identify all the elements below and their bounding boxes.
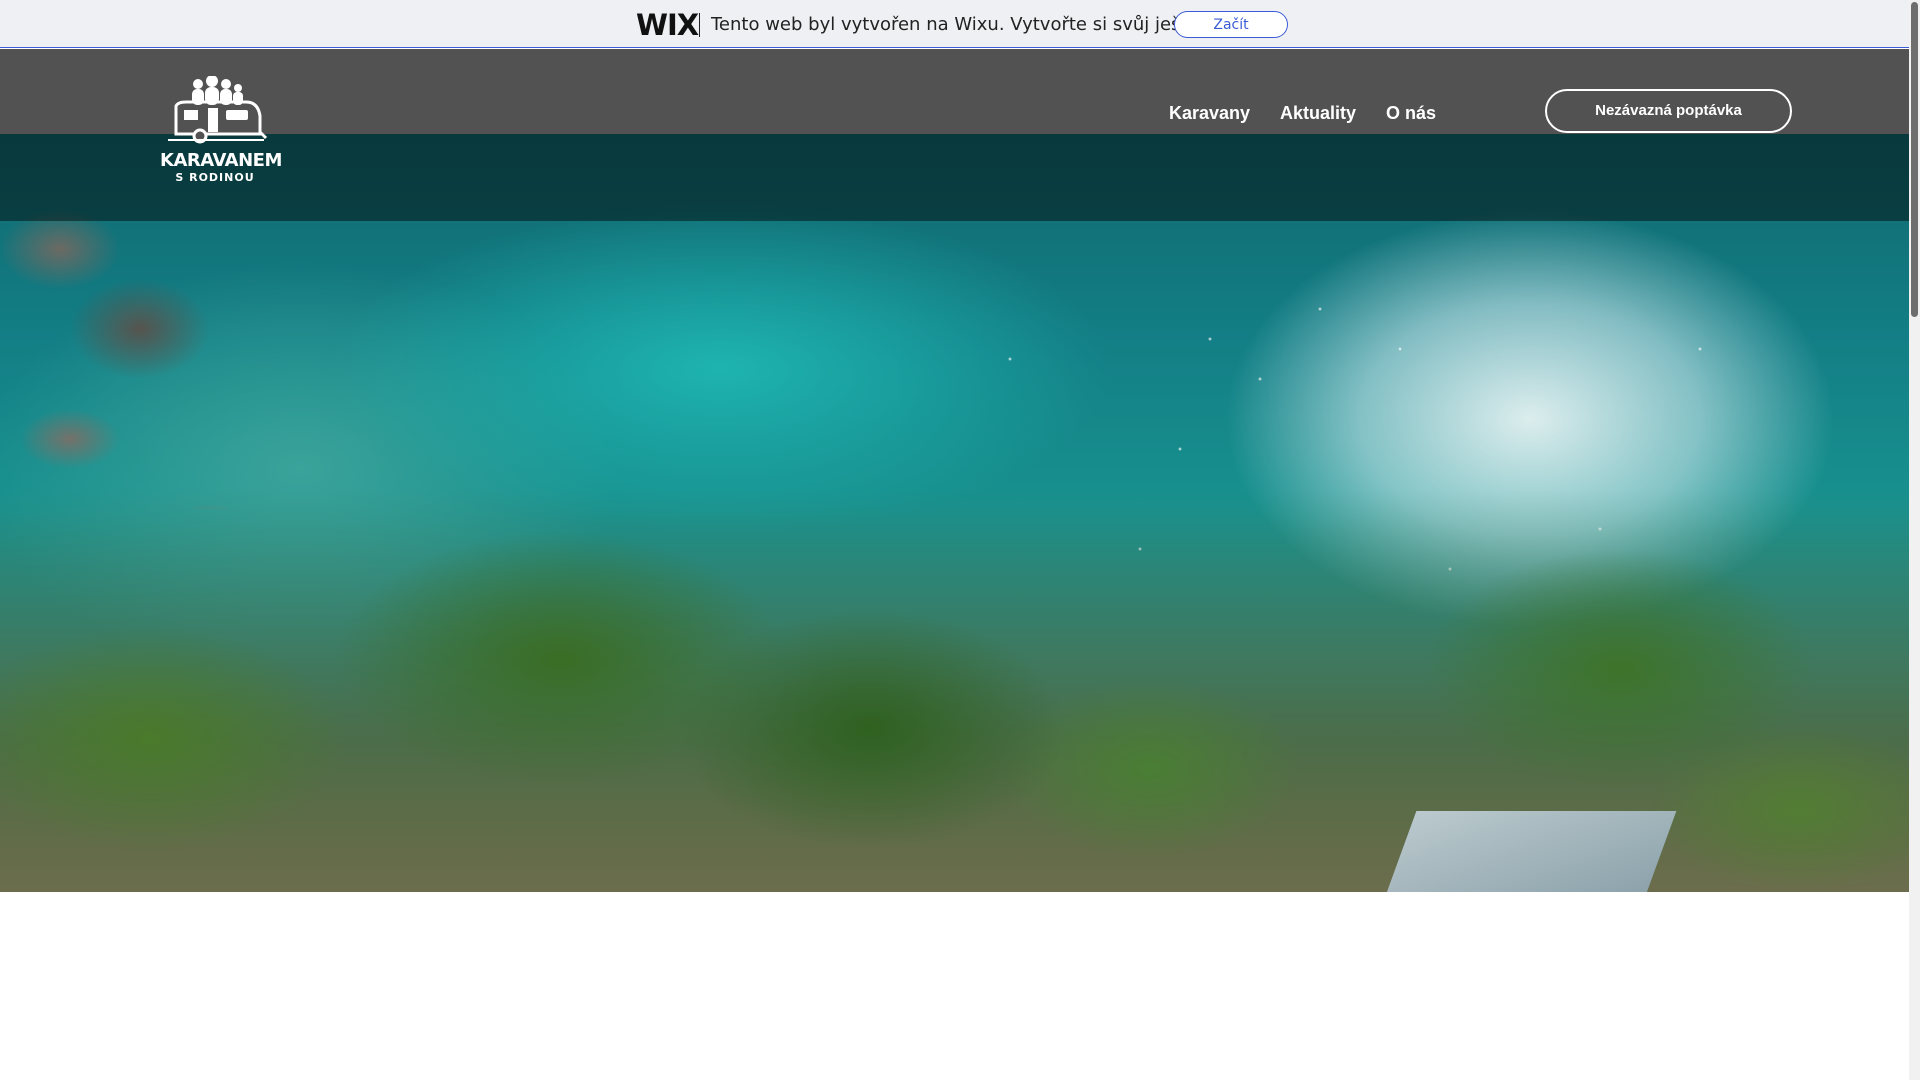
nav-link-karavany[interactable]: Karavany	[1169, 103, 1250, 124]
hero-image	[0, 49, 1909, 892]
wix-start-button[interactable]: Začít	[1174, 11, 1288, 38]
wix-banner-divider	[699, 13, 700, 37]
wix-banner-message: Tento web byl vytvořen na Wixu. Vytvořte…	[711, 14, 1254, 35]
wix-logo[interactable]: WIX	[636, 8, 699, 42]
logo-title: KARAVANEM	[160, 150, 282, 171]
hero-rocks	[0, 179, 260, 509]
logo-subtitle: S RODINOU	[175, 171, 255, 184]
hero-caravan-roof	[1383, 811, 1677, 892]
wix-banner: WIX Tento web byl vytvořen na Wixu. Vytv…	[0, 0, 1909, 48]
inquiry-button[interactable]: Nezávazná poptávka	[1545, 89, 1792, 133]
site-logo[interactable]: KARAVANEM S RODINOU	[160, 75, 282, 188]
caravan-family-icon	[168, 75, 268, 144]
scrollbar-thumb[interactable]	[1911, 2, 1918, 317]
nav-link-aktuality[interactable]: Aktuality	[1280, 103, 1356, 124]
nav-link-o-nas[interactable]: O nás	[1386, 103, 1436, 124]
